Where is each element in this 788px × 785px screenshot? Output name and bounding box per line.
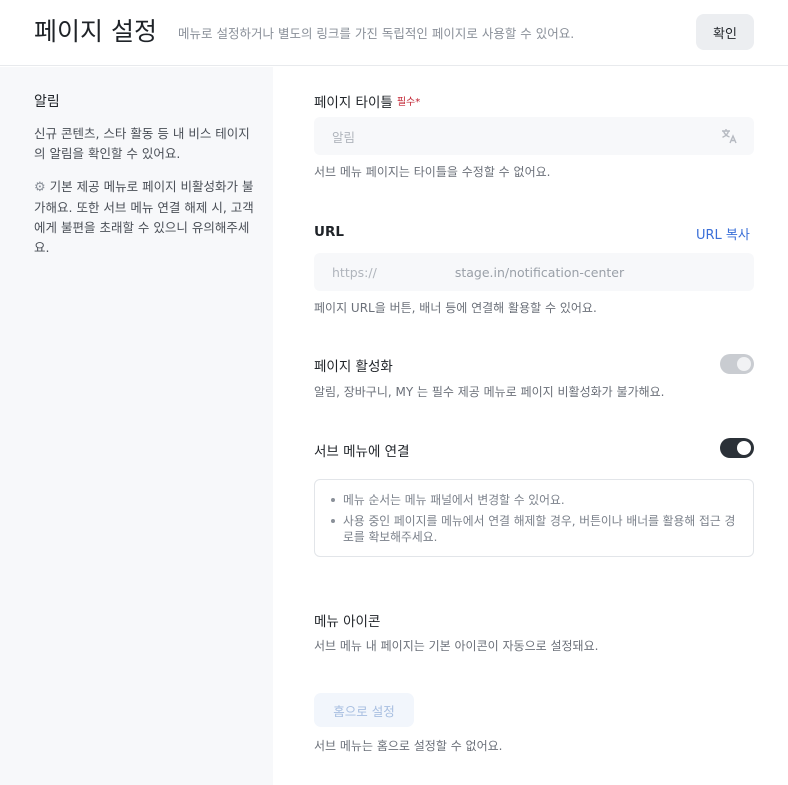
- submenu-toggle-knob: [737, 441, 751, 455]
- menu-icon-label: 메뉴 아이콘: [314, 614, 381, 630]
- translate-icon[interactable]: [720, 127, 738, 145]
- set-home-button[interactable]: 홈으로 설정: [314, 693, 414, 727]
- page-title-helper: 서브 메뉴 페이지는 타이틀을 수정할 수 없어요.: [314, 165, 551, 179]
- activation-label: 페이지 활성화: [314, 359, 393, 375]
- confirm-button[interactable]: 확인: [696, 14, 754, 50]
- url-input[interactable]: https:// stage.in/notification-center: [314, 253, 754, 291]
- page-description: 메뉴로 설정하거나 별도의 링크를 가진 독립적인 페이지로 사용할 수 있어요…: [178, 26, 575, 41]
- url-helper: 페이지 URL을 버튼, 배너 등에 연결해 활용할 수 있어요.: [314, 301, 597, 315]
- sidebar-note-text: 기본 제공 메뉴로 페이지 비활성화가 불가해요. 또한 서브 메뉴 연결 해제…: [34, 179, 254, 255]
- required-badge: 필수*: [396, 97, 421, 108]
- activation-toggle-knob: [737, 357, 751, 371]
- gear-icon: ⚙: [34, 180, 46, 195]
- sidebar-description: 신규 콘텐츠, 스타 활동 등 내 비스 테이지의 알림을 확인할 수 있어요.: [34, 126, 250, 161]
- settings-form: 페이지 타이틀 필수* 알림 서브 메뉴 페이지는 타이틀을 수정할 수 없어요.…: [273, 67, 788, 785]
- page-title-label-text: 페이지 타이틀: [314, 95, 393, 111]
- list-item: 메뉴 순서는 메뉴 패널에서 변경할 수 있어요.: [329, 492, 739, 508]
- sidebar-note: ⚙ 기본 제공 메뉴로 페이지 비활성화가 불가해요. 또한 서브 메뉴 연결 해…: [34, 177, 256, 258]
- activation-toggle[interactable]: [720, 354, 754, 374]
- home-helper: 서브 메뉴는 홈으로 설정할 수 없어요.: [314, 739, 503, 753]
- url-path: stage.in/notification-center: [454, 264, 625, 280]
- url-copy-button[interactable]: URL 복사: [696, 224, 750, 243]
- url-prefix: https://: [332, 264, 377, 280]
- sidebar-title: 알림: [34, 94, 60, 110]
- submenu-toggle[interactable]: [720, 438, 754, 458]
- page-title-value: 알림: [332, 129, 356, 145]
- activation-helper: 알림, 장바구니, MY 는 필수 제공 메뉴로 페이지 비활성화가 불가해요.: [314, 385, 665, 399]
- menu-icon-helper: 서브 메뉴 내 페이지는 기본 아이콘이 자동으로 설정돼요.: [314, 639, 599, 653]
- submenu-label: 서브 메뉴에 연결: [314, 444, 410, 460]
- page-title-label: 페이지 타이틀 필수*: [314, 91, 420, 111]
- page-header: 페이지 설정 메뉴로 설정하거나 별도의 링크를 가진 독립적인 페이지로 사용…: [0, 0, 788, 66]
- page-title: 페이지 설정: [34, 17, 157, 46]
- url-label: URL: [314, 224, 344, 240]
- list-item: 사용 중인 페이지를 메뉴에서 연결 해제할 경우, 버튼이나 배너를 활용해 …: [329, 513, 739, 545]
- sidebar: 알림 신규 콘텐츠, 스타 활동 등 내 비스 테이지의 알림을 확인할 수 있…: [0, 67, 273, 785]
- submenu-notice-box: 메뉴 순서는 메뉴 패널에서 변경할 수 있어요. 사용 중인 페이지를 메뉴에…: [314, 479, 754, 557]
- page-title-input[interactable]: 알림: [314, 117, 754, 155]
